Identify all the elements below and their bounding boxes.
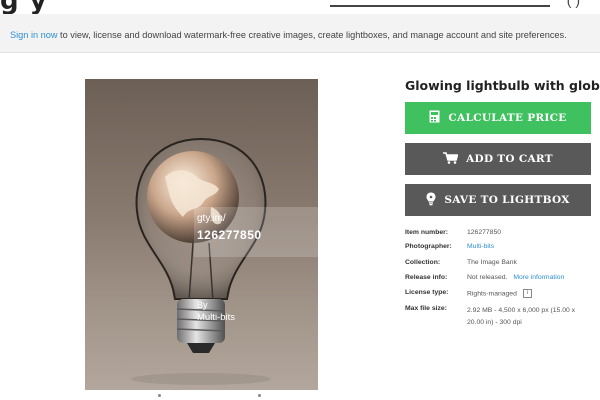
detail-value: Rights-managed i [467,289,532,298]
signin-message: Sign in now to view, license and downloa… [10,30,567,40]
site-logo[interactable]: g y [0,0,48,14]
image-caption-fragment [150,394,280,400]
watermark-author: Multi-bits [197,312,236,323]
signin-banner: Sign in now to view, license and downloa… [0,14,600,53]
license-type: Rights-managed [467,290,517,298]
header-account-area: ( ) [330,0,580,8]
image-title: Glowing lightbulb with globe [405,78,600,93]
image-preview[interactable]: gty.im/ 126277850 By Multi-bits [85,79,318,390]
detail-label: Item number: [405,229,449,236]
detail-value: The Image Bank [467,259,517,266]
detail-label: Release info: [405,274,448,281]
watermark-id: 126277850 [197,228,262,242]
signin-description: to view, license and download watermark-… [57,30,567,40]
add-to-cart-label: ADD TO CART [466,153,553,165]
calculate-price-label: CALCULATE PRICE [448,112,567,124]
watermark-url: gty.im/ [197,213,226,224]
save-to-lightbox-button[interactable]: SAVE TO LIGHTBOX [405,184,591,216]
signin-link[interactable]: Sign in now [10,30,58,40]
calculator-icon [429,110,440,126]
detail-label: Max file size: [405,305,447,312]
lightbulb-icon [426,192,436,209]
save-to-lightbox-label: SAVE TO LIGHTBOX [444,194,570,206]
detail-value: 2.92 MB - 4,500 x 6,000 px (15.00 x 20.0… [467,307,576,326]
info-icon[interactable]: i [522,289,532,298]
detail-label: Photographer: [405,243,452,250]
detail-label: License type: [405,289,449,296]
cart-count[interactable]: ( ) [567,0,580,8]
detail-label: Collection: [405,259,441,266]
watermark-by: By [197,300,208,310]
calculate-price-button[interactable]: CALCULATE PRICE [405,102,591,134]
photographer-link[interactable]: Multi-bits [467,243,494,250]
add-to-cart-button[interactable]: ADD TO CART [405,143,591,175]
release-status: Not released. [467,274,508,281]
cart-icon [443,151,459,167]
detail-value: 126277850 [467,229,502,236]
more-information-link[interactable]: More information [513,274,564,281]
header-account-link[interactable] [330,0,550,7]
site-header: g y ( ) [0,0,600,14]
detail-value: Not released. More information [467,274,564,281]
